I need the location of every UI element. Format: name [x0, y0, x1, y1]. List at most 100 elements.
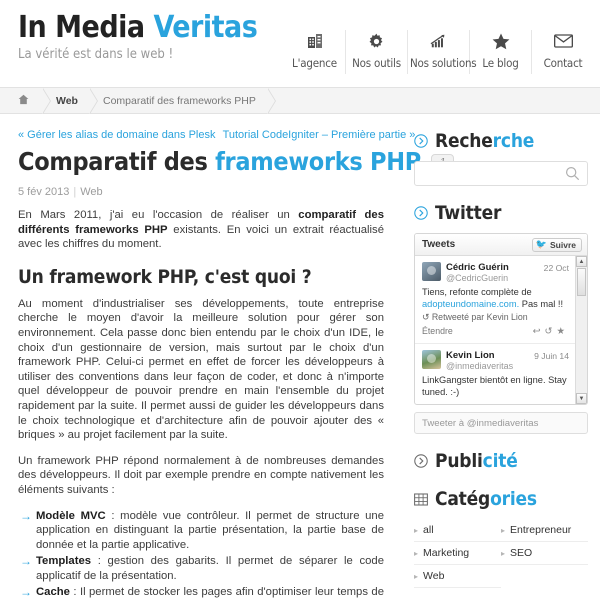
widget-twitter-header: Twitter [414, 202, 588, 224]
envelope-icon [534, 30, 592, 52]
nav-label-contact: Contact [543, 56, 583, 70]
chevron-right-icon: ▸ [501, 548, 506, 558]
tweet-date: 9 Juin 14 [534, 351, 569, 362]
category-item-seo[interactable]: ▸ SEO [501, 542, 588, 565]
twitter-header-label: Tweets [422, 239, 456, 250]
breadcrumb-item-current: Comparatif des frameworks PHP [102, 94, 256, 107]
scrollbar-thumb[interactable] [577, 268, 586, 296]
body-wrapper: « Gérer les alias de domaine dans Plesk … [0, 114, 600, 600]
widget-categories-header: Catégories [414, 488, 588, 510]
widget-publicite-title: Publicité [435, 450, 518, 472]
chevron-right-icon: ▸ [414, 548, 419, 558]
twitter-scrollbar[interactable]: ▲ ▼ [575, 256, 587, 404]
scroll-up-button[interactable]: ▲ [576, 256, 587, 267]
nav-item-blog[interactable]: Le blog [470, 30, 532, 74]
list-item: Cédric Guérin @CedricGuerin 22 Oct Tiens… [415, 256, 575, 345]
main-navigation: L'agence Nos outils Nos solutions Le blo… [284, 30, 594, 74]
avatar[interactable] [422, 262, 441, 281]
article-content: « Gérer les alias de domaine dans Plesk … [0, 114, 455, 600]
avatar[interactable] [422, 350, 441, 370]
chevron-circle-right-icon [414, 206, 428, 220]
widget-publicite-title-blue: cité [482, 450, 518, 472]
tweet-action-icons[interactable]: ↩↺★ [533, 326, 569, 338]
tweet-retweet-info: ↺ Retweeté par Kevin Lion [422, 312, 528, 323]
scroll-down-button[interactable]: ▼ [576, 393, 587, 404]
chevron-right-icon: ▸ [414, 525, 419, 535]
tweet-text: Tiens, refonte complète de adopteundomai… [422, 287, 569, 310]
home-icon [18, 94, 29, 108]
nav-item-agence[interactable]: L'agence [284, 30, 346, 74]
nav-label-outils: Nos outils [352, 56, 401, 70]
category-item-entrepreneur[interactable]: ▸ Entrepreneur [501, 519, 588, 542]
category-label: SEO [510, 547, 533, 559]
tweet-author-handle[interactable]: @inmediaveritas [446, 361, 529, 372]
search-input[interactable] [415, 162, 587, 185]
widget-twitter-title-dark: Twitter [435, 202, 502, 224]
breadcrumb-item-web[interactable]: Web [50, 88, 92, 114]
widget-publicite-header: Publicité [414, 450, 588, 472]
section-heading: Un framework PHP, c'est quoi ? [18, 265, 312, 288]
category-label: all [423, 524, 434, 536]
star-icon [472, 30, 529, 52]
category-list: ▸ all ▸ Entrepreneur ▸ Marketing ▸ SEO ▸ Web [414, 519, 588, 588]
search-box[interactable] [414, 161, 588, 186]
site-header: In Media Veritas La vérité est dans le w… [0, 0, 600, 88]
feature-term: Modèle MVC [36, 509, 106, 522]
list-item: Cache : Il permet de stocker les pages a… [20, 585, 384, 600]
nav-label-solutions: Nos solutions [410, 56, 477, 70]
chevron-circle-right-icon [414, 134, 428, 148]
tweet-author: Kevin Lion @inmediaveritas [446, 350, 529, 372]
category-label: Marketing [423, 547, 470, 559]
breadcrumb: Web Comparatif des frameworks PHP [0, 87, 600, 114]
tweet-compose-box[interactable]: Tweeter à @inmediaveritas [414, 412, 588, 434]
tweet-compose-placeholder: Tweeter à @inmediaveritas [422, 417, 539, 429]
breadcrumb-home[interactable] [14, 88, 45, 114]
feature-term: Cache [36, 586, 70, 599]
widget-categories-title-blue: ories [490, 488, 537, 510]
tweet-header: Cédric Guérin @CedricGuerin 22 Oct [422, 262, 569, 284]
logo-text-part1: In Media [18, 10, 154, 45]
search-icon[interactable] [565, 166, 580, 186]
chart-icon [410, 30, 467, 52]
paragraph-2: Un framework PHP répond normalement à de… [18, 454, 384, 496]
post-category[interactable]: Web [80, 186, 102, 198]
building-icon [286, 30, 343, 52]
page-root: In Media Veritas La vérité est dans le w… [0, 0, 600, 600]
nav-item-outils[interactable]: Nos outils [346, 30, 408, 74]
grid-icon [414, 492, 428, 506]
tweet-author: Cédric Guérin @CedricGuerin [446, 262, 539, 284]
post-meta: 5 fév 2013 | Web [18, 186, 384, 198]
widget-search-header: Recherche [414, 130, 588, 152]
nav-item-contact[interactable]: Contact [532, 30, 594, 74]
prev-post-link[interactable]: « Gérer les alias de domaine dans Plesk [18, 129, 216, 141]
gear-icon [348, 30, 405, 52]
feature-list: Modèle MVC : modèle vue contrôleur. Il p… [18, 509, 384, 600]
site-logo[interactable]: In Media Veritas La vérité est dans le w… [18, 10, 258, 63]
widget-publicite: Publicité [414, 450, 588, 472]
tweet-link[interactable]: adopteundomaine.com. [422, 299, 519, 309]
category-item-web[interactable]: ▸ Web [414, 565, 501, 588]
twitter-widget-header: Tweets 🐦 Suivre [415, 234, 587, 256]
tweet-date: 22 Oct [543, 263, 569, 273]
post-title-row: Comparatif des frameworks PHP 1 [18, 148, 455, 176]
tweet-author-name[interactable]: Kevin Lion [446, 350, 529, 361]
category-item-marketing[interactable]: ▸ Marketing [414, 542, 501, 565]
category-item-empty [501, 565, 588, 588]
nav-label-blog: Le blog [482, 56, 519, 70]
list-item: Modèle MVC : modèle vue contrôleur. Il p… [20, 509, 384, 553]
next-post-link[interactable]: Tutorial CodeIgniter – Première partie » [223, 129, 416, 141]
post-date: 5 fév 2013 [18, 186, 70, 198]
nav-item-solutions[interactable]: Nos solutions [408, 30, 477, 74]
post-intro: En Mars 2011, j'ai eu l'occasion de réal… [18, 208, 384, 252]
meta-separator: | [73, 186, 77, 198]
widget-twitter-title: Twitter [435, 202, 501, 224]
feature-term: Templates [36, 555, 92, 568]
tweet-author-name[interactable]: Cédric Guérin [446, 262, 539, 273]
chevron-right-icon: ▸ [501, 525, 506, 535]
category-item-all[interactable]: ▸ all [414, 519, 501, 542]
twitter-follow-button[interactable]: 🐦 Suivre [531, 237, 582, 252]
tweet-expand-link[interactable]: Étendre [422, 326, 453, 338]
category-label: Web [423, 570, 445, 582]
twitter-feed-widget: Tweets 🐦 Suivre Cédric Guérin @CedricGue… [414, 233, 588, 405]
tweet-author-handle[interactable]: @CedricGuerin [446, 273, 539, 284]
